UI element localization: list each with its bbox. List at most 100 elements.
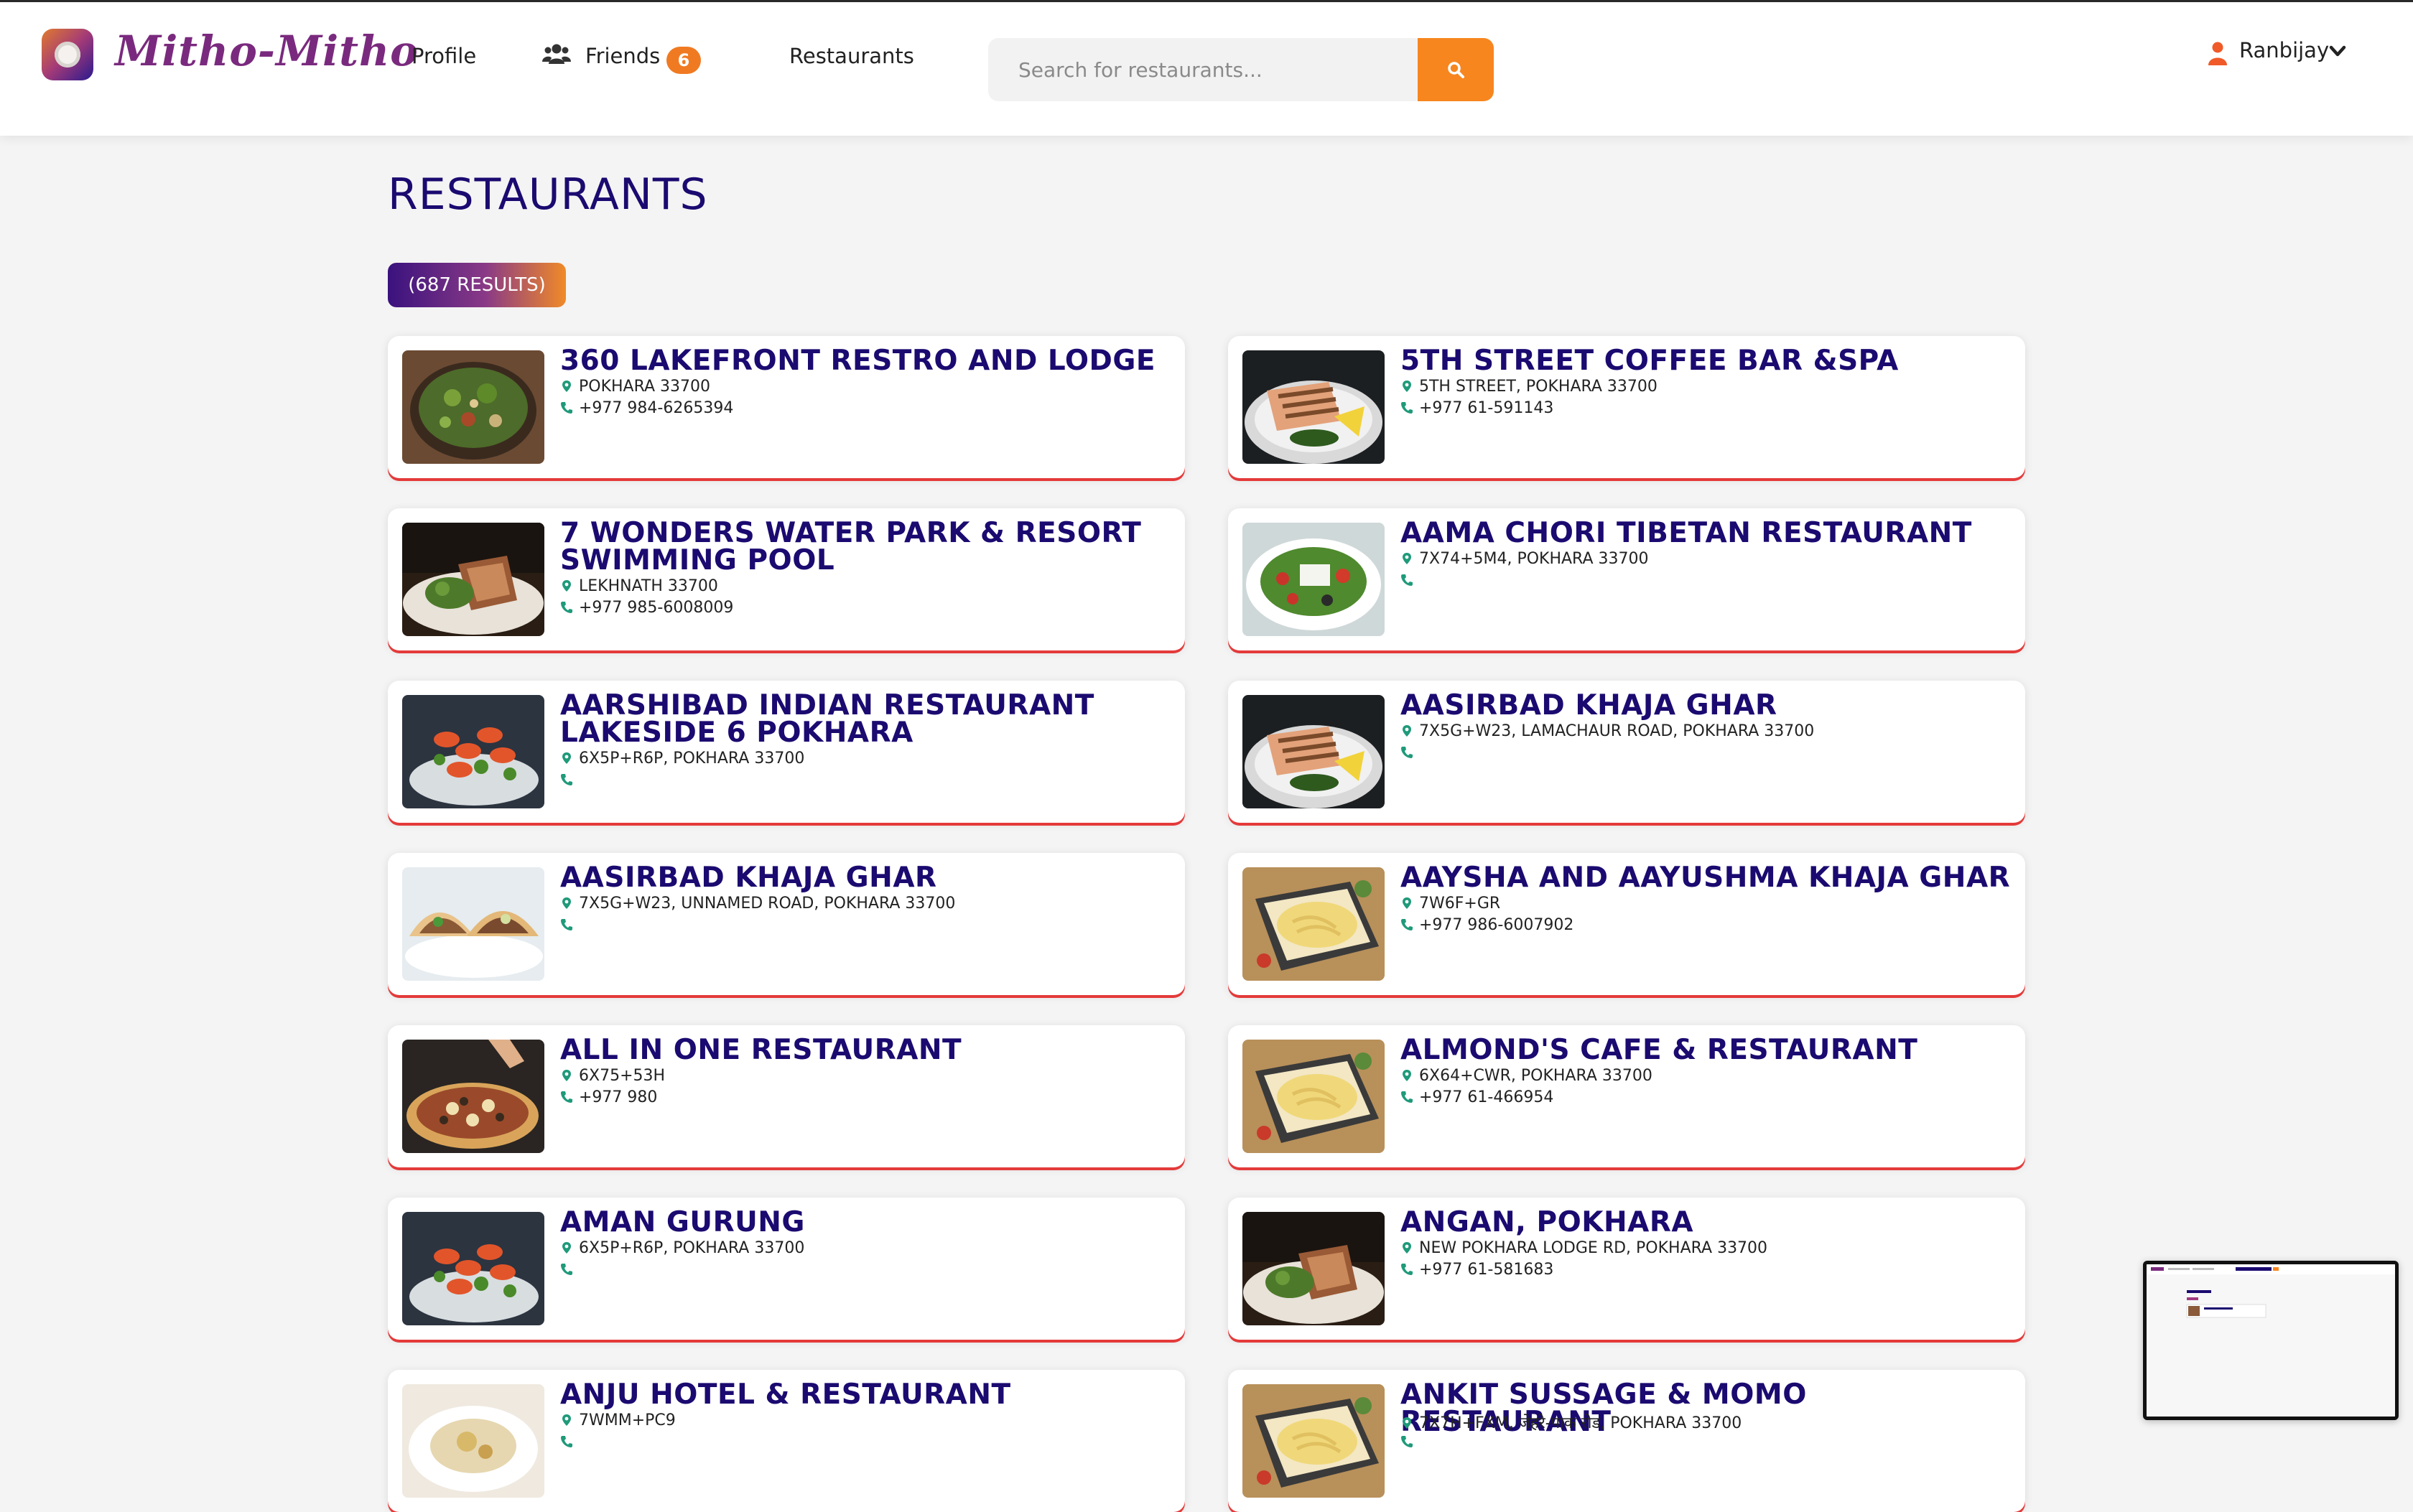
restaurant-phone-text: +977 61-581683 (1419, 1261, 1554, 1279)
navbar: Mitho-Mitho Profile Friends 6 Restaurant… (0, 2, 2413, 136)
restaurant-address: 6X5P+R6P, POKHARA 33700 (560, 750, 804, 767)
restaurant-address-text: 5TH STREET, POKHARA 33700 (1419, 378, 1658, 396)
restaurant-address-text: 7WMM+PC9 (579, 1411, 676, 1429)
restaurant-phone (1400, 744, 1419, 762)
restaurant-card[interactable]: 7 WONDERS WATER PARK & RESORT SWIMMING P… (388, 508, 1185, 650)
logo-icon[interactable] (42, 29, 93, 80)
restaurant-name[interactable]: ALL IN ONE RESTAURANT (560, 1036, 1171, 1064)
plate-icon (55, 42, 80, 67)
restaurant-card[interactable]: AAYSHA AND AAYUSHMA KHAJA GHAR 7W6F+GR +97… (1228, 853, 2025, 995)
search-button[interactable] (1418, 38, 1494, 101)
restaurant-thumbnail[interactable] (1242, 1040, 1385, 1153)
phone-icon (1401, 747, 1413, 758)
restaurant-name[interactable]: AMAN GURUNG (560, 1208, 1171, 1236)
restaurant-thumbnail[interactable] (1242, 523, 1385, 636)
phone-icon (561, 602, 572, 613)
restaurant-phone: +977 980 (560, 1088, 657, 1106)
restaurant-card[interactable]: AAMA CHORI TIBETAN RESTAURANT 7X74+5M4, P… (1228, 508, 2025, 650)
restaurant-name[interactable]: AAYSHA AND AAYUSHMA KHAJA GHAR (1400, 864, 2011, 892)
friends-icon[interactable] (542, 42, 571, 65)
location-pin-icon (1403, 1070, 1411, 1081)
restaurant-phone: +977 986-6007902 (1400, 916, 1573, 934)
restaurant-name[interactable]: 7 WONDERS WATER PARK & RESORT SWIMMING P… (560, 519, 1171, 574)
restaurant-thumbnail[interactable] (402, 1384, 544, 1498)
restaurant-name[interactable]: 360 LAKEFRONT RESTRO AND LODGE (560, 347, 1171, 375)
restaurant-thumbnail[interactable] (402, 1212, 544, 1325)
restaurant-card[interactable]: ANGAN, POKHARA NEW POKHARA LODGE RD, POKH… (1228, 1198, 2025, 1340)
restaurant-phone: +977 61-591143 (1400, 399, 1553, 417)
restaurant-thumbnail[interactable] (1242, 1212, 1385, 1325)
restaurant-phone-text: +977 980 (579, 1088, 658, 1106)
restaurant-phone-text: +977 984-6265394 (579, 399, 734, 417)
restaurant-address: 7WMM+PC9 (560, 1411, 676, 1429)
restaurant-thumbnail[interactable] (1242, 350, 1385, 464)
restaurant-phone-text: +977 61-466954 (1419, 1088, 1554, 1106)
location-pin-icon (1403, 1417, 1411, 1429)
restaurant-address-text: 7W6F+GR (1419, 895, 1501, 913)
phone-icon (1401, 1091, 1413, 1103)
chevron-down-icon[interactable] (2328, 42, 2347, 60)
restaurant-address-text: NEW POKHARA LODGE RD, POKHARA 33700 (1419, 1239, 1768, 1257)
restaurant-thumbnail[interactable] (402, 695, 544, 808)
restaurant-name[interactable]: AASIRBAD KHAJA GHAR (1400, 691, 2011, 719)
restaurant-card[interactable]: ALMOND'S CAFE & RESTAURANT 6X64+CWR, POKH… (1228, 1025, 2025, 1167)
restaurant-address: 7X5G+W23, UNNAMED ROAD, POKHARA 33700 (560, 895, 955, 913)
restaurant-phone-text: +977 985-6008009 (579, 599, 734, 617)
restaurant-thumbnail[interactable] (402, 1040, 544, 1153)
page-preview-thumbnail[interactable] (2143, 1261, 2399, 1420)
phone-icon (561, 402, 572, 414)
phone-icon (1401, 574, 1413, 586)
phone-icon (1401, 919, 1413, 930)
restaurant-card[interactable]: ANJU HOTEL & RESTAURANT 7WMM+PC9 (388, 1370, 1185, 1512)
restaurant-card[interactable]: ALL IN ONE RESTAURANT 6X75+53H +977 980 (388, 1025, 1185, 1167)
restaurant-name[interactable]: AAMA CHORI TIBETAN RESTAURANT (1400, 519, 2011, 547)
restaurant-thumbnail[interactable] (1242, 867, 1385, 981)
restaurant-address-text: 7X5G+W23, UNNAMED ROAD, POKHARA 33700 (579, 895, 956, 913)
restaurant-card[interactable]: AMAN GURUNG 6X5P+R6P, POKHARA 33700 (388, 1198, 1185, 1340)
nav-restaurants-link[interactable]: Restaurants (789, 44, 914, 68)
restaurant-address-text: 7X5G+W23, LAMACHAUR ROAD, POKHARA 33700 (1419, 722, 1815, 740)
user-icon[interactable] (2208, 41, 2228, 65)
search-input[interactable] (988, 38, 1448, 101)
restaurant-thumbnail[interactable] (402, 867, 544, 981)
restaurant-name[interactable]: ANJU HOTEL & RESTAURANT (560, 1381, 1171, 1409)
phone-icon (1401, 402, 1413, 414)
restaurant-thumbnail[interactable] (1242, 1384, 1385, 1498)
location-pin-icon (1403, 725, 1411, 737)
restaurant-name[interactable]: ANGAN, POKHARA (1400, 1208, 2011, 1236)
restaurant-thumbnail[interactable] (402, 350, 544, 464)
restaurant-card[interactable]: ANKIT SUSSAGE & MOMO RESTAURANT 7X7H+FXM,… (1228, 1370, 2025, 1512)
nav-profile-link[interactable]: Profile (412, 44, 476, 68)
restaurant-address-text: 6X75+53H (579, 1067, 666, 1085)
restaurant-name[interactable]: AASIRBAD KHAJA GHAR (560, 864, 1171, 892)
restaurant-card[interactable]: AARSHIBAD INDIAN RESTAURANT LAKESIDE 6 P… (388, 681, 1185, 823)
restaurant-card[interactable]: AASIRBAD KHAJA GHAR 7X5G+W23, UNNAMED ROA… (388, 853, 1185, 995)
restaurant-name[interactable]: 5TH STREET COFFEE BAR &SPA (1400, 347, 2011, 375)
restaurant-address-text: 6X5P+R6P, POKHARA 33700 (579, 1239, 805, 1257)
phone-icon (1401, 1264, 1413, 1275)
logo-text[interactable]: Mitho-Mitho (115, 27, 419, 75)
nav-friends-link[interactable]: Friends (585, 44, 660, 68)
restaurant-name[interactable]: AARSHIBAD INDIAN RESTAURANT LAKESIDE 6 P… (560, 691, 1171, 747)
location-pin-icon (562, 580, 571, 592)
restaurant-card[interactable]: 360 LAKEFRONT RESTRO AND LODGE POKHARA 33… (388, 336, 1185, 478)
restaurant-thumbnail[interactable] (402, 523, 544, 636)
location-pin-icon (562, 1414, 571, 1426)
page-title: RESTAURANTS (388, 169, 708, 220)
user-menu-name[interactable]: Ranbijay (2239, 38, 2329, 62)
location-pin-icon (562, 1242, 571, 1254)
restaurant-address: LEKHNATH 33700 (560, 577, 718, 595)
restaurant-phone-text: +977 61-591143 (1419, 399, 1554, 417)
restaurant-address-text: 6X64+CWR, POKHARA 33700 (1419, 1067, 1652, 1085)
restaurant-address-text: POKHARA 33700 (579, 378, 711, 396)
restaurant-phone (560, 916, 579, 934)
restaurant-card[interactable]: 5TH STREET COFFEE BAR &SPA 5TH STREET, PO… (1228, 336, 2025, 478)
restaurant-card[interactable]: AASIRBAD KHAJA GHAR 7X5G+W23, LAMACHAUR R… (1228, 681, 2025, 823)
restaurant-phone: +977 61-581683 (1400, 1261, 1553, 1279)
restaurant-address: NEW POKHARA LODGE RD, POKHARA 33700 (1400, 1239, 1767, 1257)
restaurant-address: 6X64+CWR, POKHARA 33700 (1400, 1067, 1652, 1085)
restaurant-phone: +977 985-6008009 (560, 599, 733, 617)
restaurant-thumbnail[interactable] (1242, 695, 1385, 808)
restaurant-address: 7X5G+W23, LAMACHAUR ROAD, POKHARA 33700 (1400, 722, 1814, 740)
restaurant-name[interactable]: ALMOND'S CAFE & RESTAURANT (1400, 1036, 2011, 1064)
